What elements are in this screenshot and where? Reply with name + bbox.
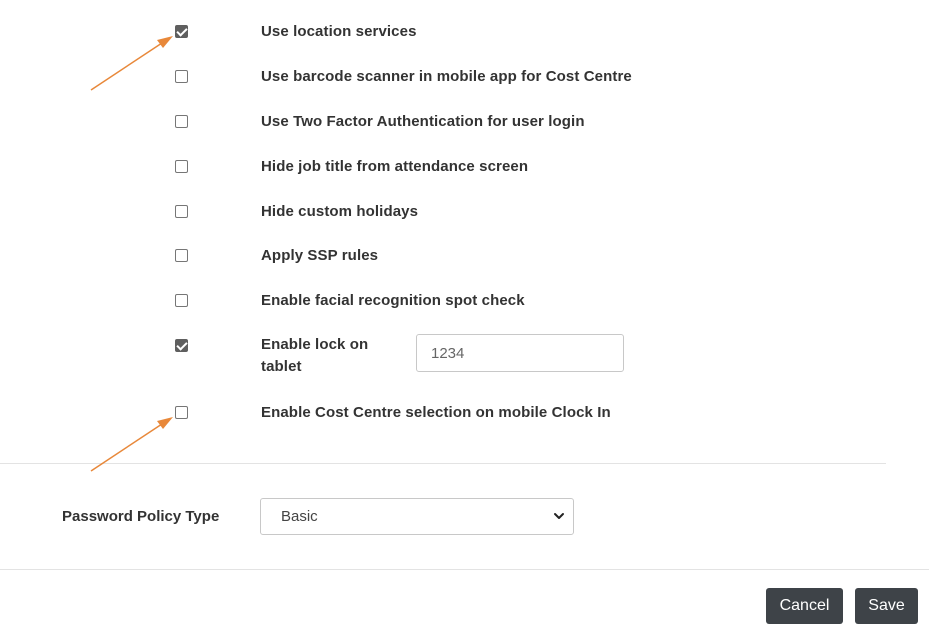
label-hide-custom-holidays: Hide custom holidays xyxy=(261,203,419,220)
label-facial-recognition: Enable facial recognition spot check xyxy=(261,292,525,309)
label-two-factor-auth: Use Two Factor Authentication for user l… xyxy=(261,113,585,130)
chevron-down-icon xyxy=(554,513,564,519)
checkbox-enable-lock-on-tablet[interactable] xyxy=(175,339,188,352)
annotation-arrow-icon xyxy=(90,417,173,472)
label-use-location-services: Use location services xyxy=(261,23,417,40)
checkbox-apply-ssp-rules[interactable] xyxy=(175,249,188,262)
annotation-arrow-icon xyxy=(90,36,173,91)
label-cost-centre-selection: Enable Cost Centre selection on mobile C… xyxy=(261,404,611,421)
checkbox-hide-job-title[interactable] xyxy=(175,160,188,173)
password-policy-label: Password Policy Type xyxy=(62,508,220,525)
section-divider xyxy=(0,463,886,464)
label-enable-lock-on-tablet: Enable lock on tablet xyxy=(261,336,369,375)
checkbox-barcode-scanner[interactable] xyxy=(175,70,188,83)
checkbox-facial-recognition[interactable] xyxy=(175,294,188,307)
settings-page: Use location services Use barcode scanne… xyxy=(0,0,929,633)
label-barcode-scanner: Use barcode scanner in mobile app for Co… xyxy=(261,68,632,85)
save-button[interactable]: Save xyxy=(855,588,918,624)
checkbox-cost-centre-selection[interactable] xyxy=(175,406,188,419)
lock-pin-input[interactable] xyxy=(416,334,624,372)
label-hide-job-title: Hide job title from attendance screen xyxy=(261,158,529,175)
checkbox-use-location-services[interactable] xyxy=(175,25,188,38)
password-policy-selected-value: Basic xyxy=(281,508,318,525)
footer-divider xyxy=(0,569,929,570)
cancel-button[interactable]: Cancel xyxy=(766,588,843,624)
checkbox-hide-custom-holidays[interactable] xyxy=(175,205,188,218)
label-apply-ssp-rules: Apply SSP rules xyxy=(261,247,379,264)
checkbox-two-factor-auth[interactable] xyxy=(175,115,188,128)
password-policy-select[interactable]: Basic xyxy=(260,498,574,535)
